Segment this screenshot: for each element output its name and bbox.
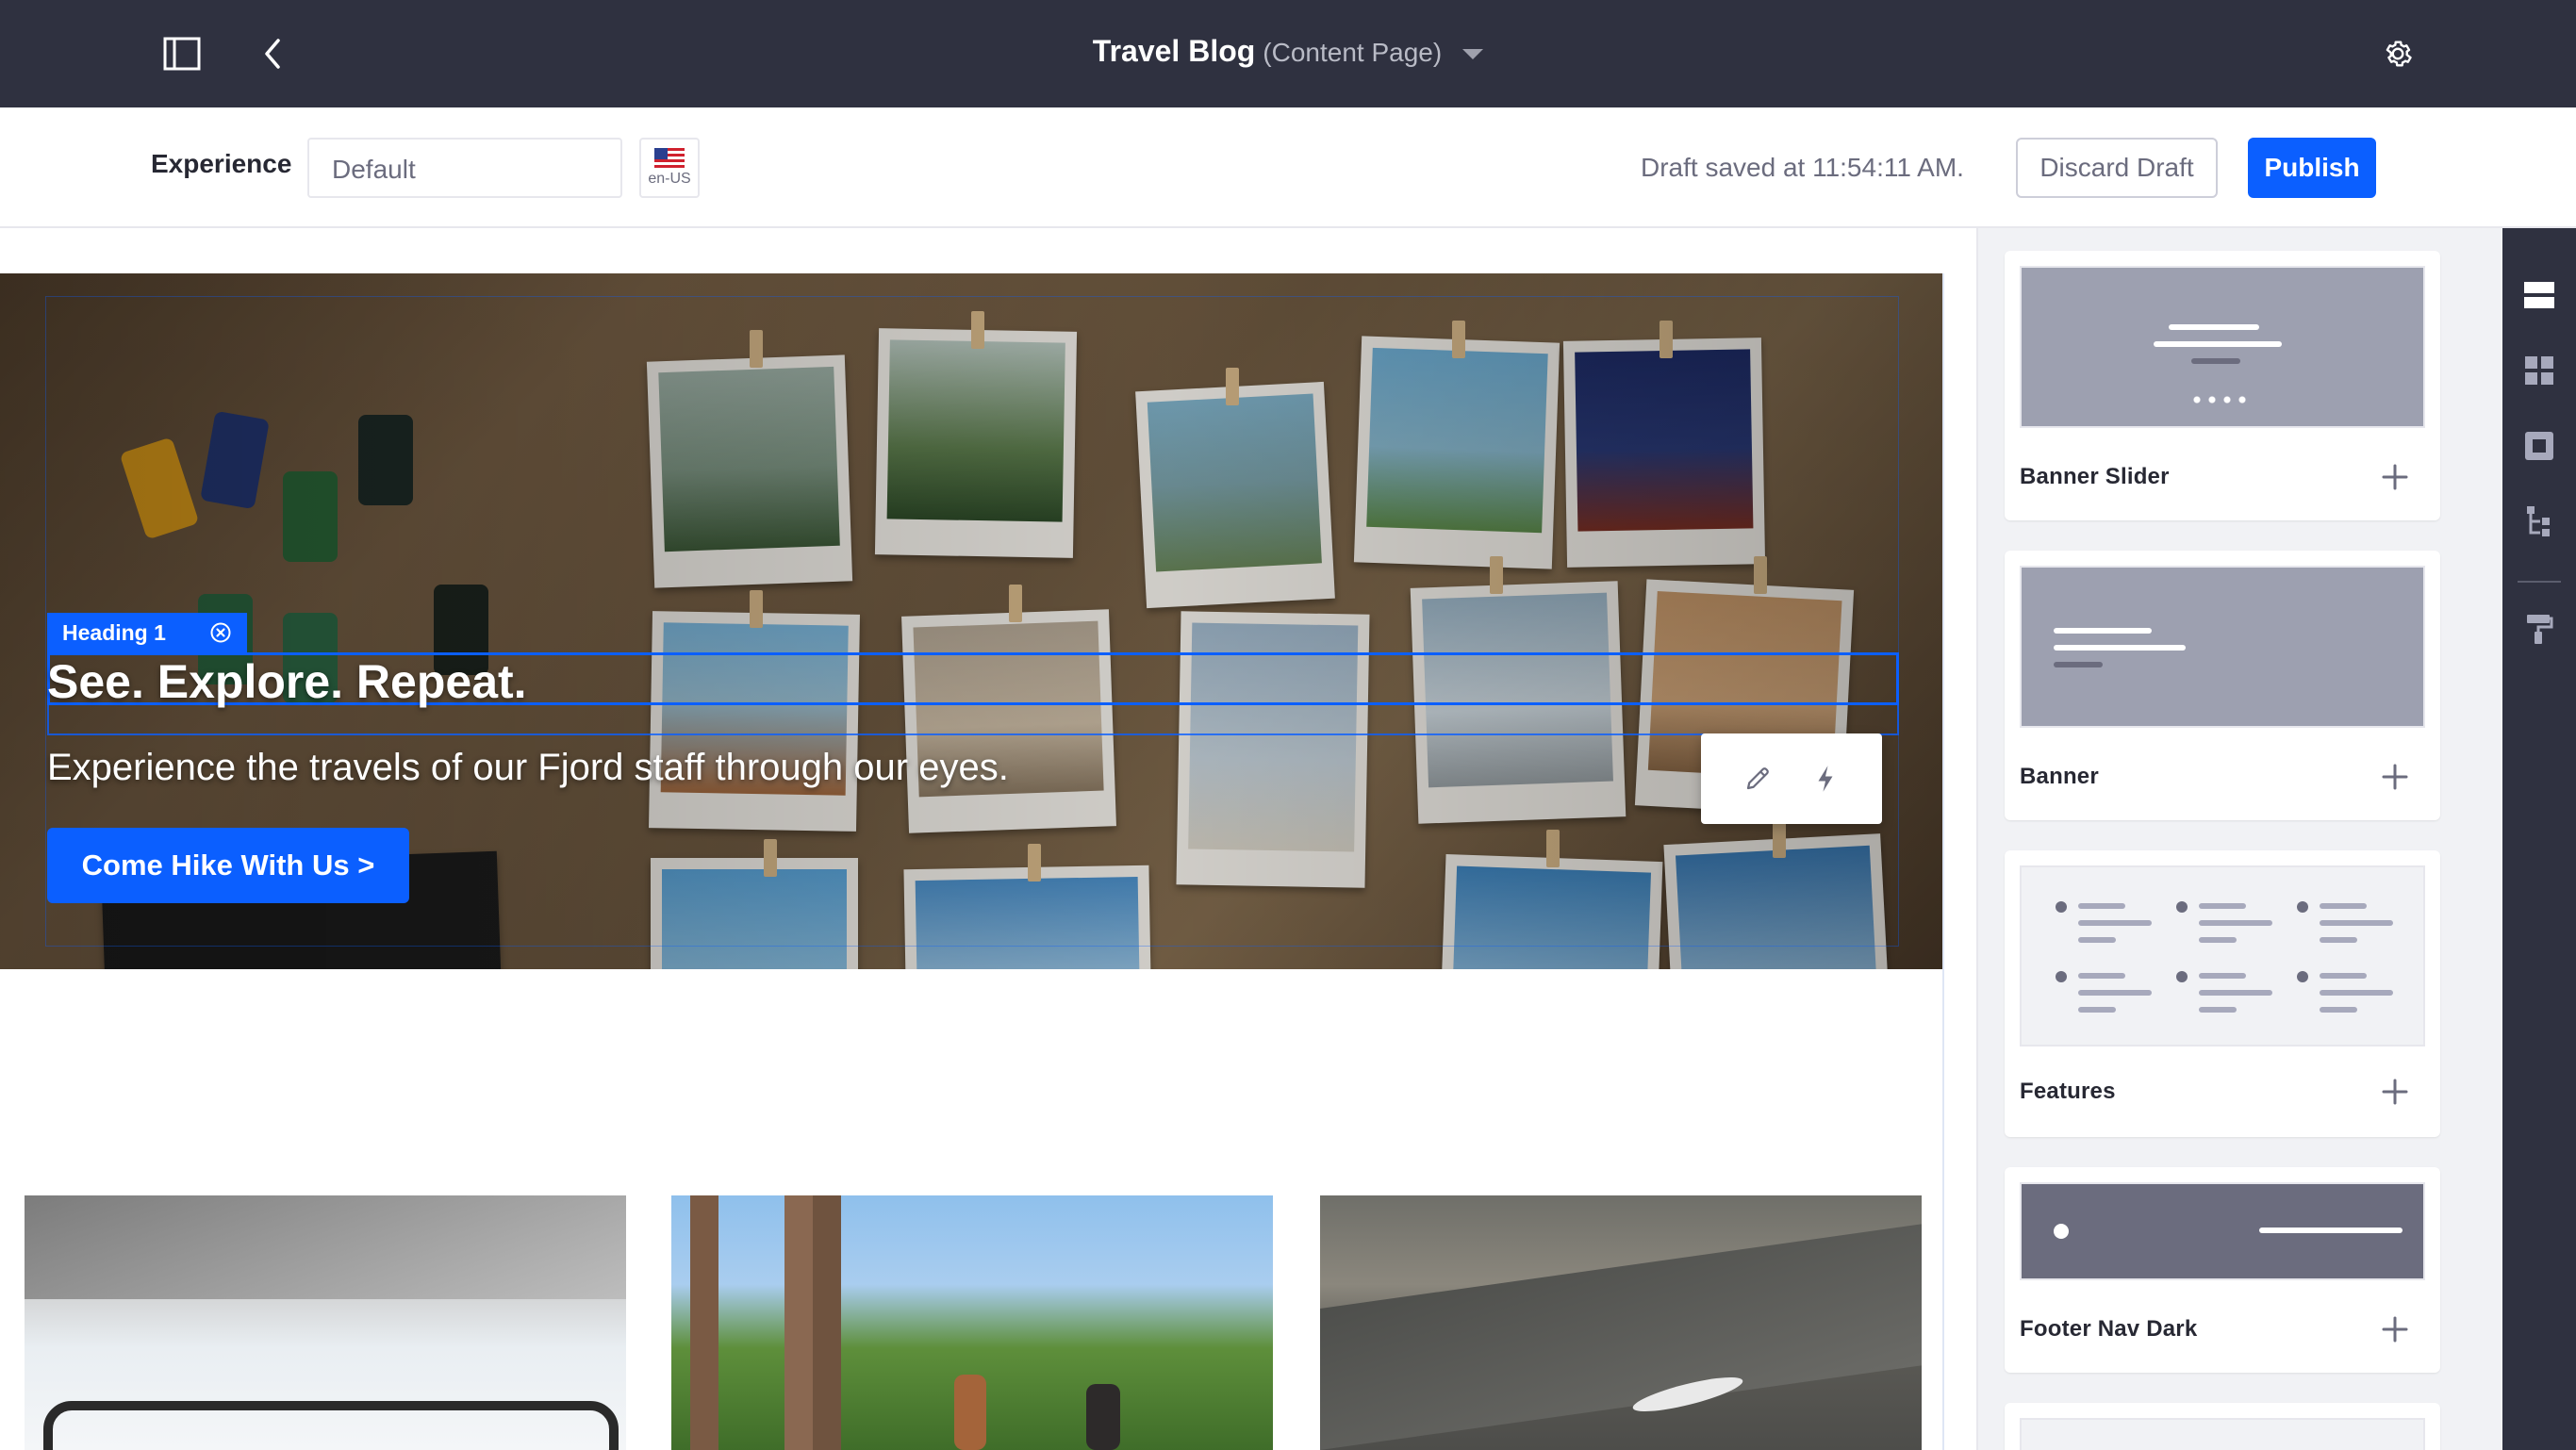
fragment-card-banner[interactable]: Banner [2005, 551, 2440, 820]
fragment-name: Banner Slider [2020, 464, 2170, 489]
gear-icon[interactable] [2372, 28, 2423, 79]
language-selector[interactable]: en-US [639, 138, 700, 198]
fragment-thumbnail [2020, 1182, 2425, 1280]
tree-icon[interactable] [2516, 498, 2563, 545]
page-title-type: (Content Page) [1263, 38, 1443, 67]
hero-cta-button[interactable]: Come Hike With Us > [47, 828, 409, 903]
fragment-card-partial[interactable] [2005, 1403, 2440, 1450]
fragment-thumbnail [2020, 566, 2425, 728]
fragment-name: Banner [2020, 764, 2099, 789]
us-flag-icon [654, 148, 685, 169]
caret-down-icon[interactable] [1462, 48, 1484, 59]
language-code: en-US [648, 171, 691, 187]
card-image-baobab[interactable] [671, 1195, 1273, 1450]
page-title-name: Travel Blog [1092, 34, 1256, 68]
publish-button[interactable]: Publish [2248, 138, 2376, 198]
editor-toolbar: Experience Default en-US Draft saved at … [0, 107, 2576, 228]
experience-label: Experience [151, 149, 292, 178]
card-image-train[interactable] [25, 1195, 626, 1450]
paint-roller-icon[interactable] [2516, 605, 2563, 652]
plus-icon[interactable] [2376, 1310, 2414, 1348]
fragment-thumbnail [2020, 865, 2425, 1046]
page-title[interactable]: Travel Blog (Content Page) [0, 34, 2576, 69]
heading-label-tag[interactable]: Heading 1 [47, 613, 247, 652]
inline-edit-toolbar [1701, 733, 1882, 824]
draft-status: Draft saved at 11:54:11 AM. [1641, 153, 1964, 182]
fragment-card-banner-slider[interactable]: Banner Slider [2005, 251, 2440, 520]
experience-select[interactable]: Default [307, 138, 622, 198]
card-image-ship[interactable] [1320, 1195, 1922, 1450]
rail-divider [2518, 581, 2561, 583]
card-row [0, 1195, 1944, 1450]
fragment-card-features[interactable]: Features [2005, 850, 2440, 1137]
fragment-thumbnail [2020, 266, 2425, 428]
fragments-panel: Banner Slider Banner Features Footer Nav… [1976, 228, 2502, 1450]
plus-icon[interactable] [2376, 758, 2414, 796]
page-editor: Travel Blog (Content Page) Experience Def… [0, 0, 2576, 1450]
fragment-card-footer-nav-dark[interactable]: Footer Nav Dark [2005, 1167, 2440, 1373]
discard-draft-button[interactable]: Discard Draft [2016, 138, 2218, 198]
pencil-icon[interactable] [1731, 752, 1784, 805]
plus-icon[interactable] [2376, 1073, 2414, 1111]
top-bar: Travel Blog (Content Page) [0, 0, 2576, 107]
plus-icon[interactable] [2376, 458, 2414, 496]
widget-icon[interactable] [2516, 422, 2563, 470]
grid-icon[interactable] [2516, 347, 2563, 394]
hero-subheading[interactable]: Experience the travels of our Fjord staf… [47, 747, 1009, 789]
close-circle-icon[interactable] [209, 621, 232, 644]
hero-heading[interactable]: See. Explore. Repeat. [47, 654, 527, 709]
product-menu-rail [2502, 228, 2576, 1450]
fragment-name: Features [2020, 1079, 2116, 1104]
fragment-name: Footer Nav Dark [2020, 1316, 2198, 1342]
page-canvas: Heading 1 See. Explore. Repeat. Experien… [0, 228, 1976, 1450]
lightning-icon[interactable] [1799, 752, 1852, 805]
heading-tag-label: Heading 1 [62, 619, 166, 645]
hero-banner[interactable]: Heading 1 See. Explore. Repeat. Experien… [0, 273, 1944, 969]
sections-icon[interactable] [2516, 272, 2563, 319]
